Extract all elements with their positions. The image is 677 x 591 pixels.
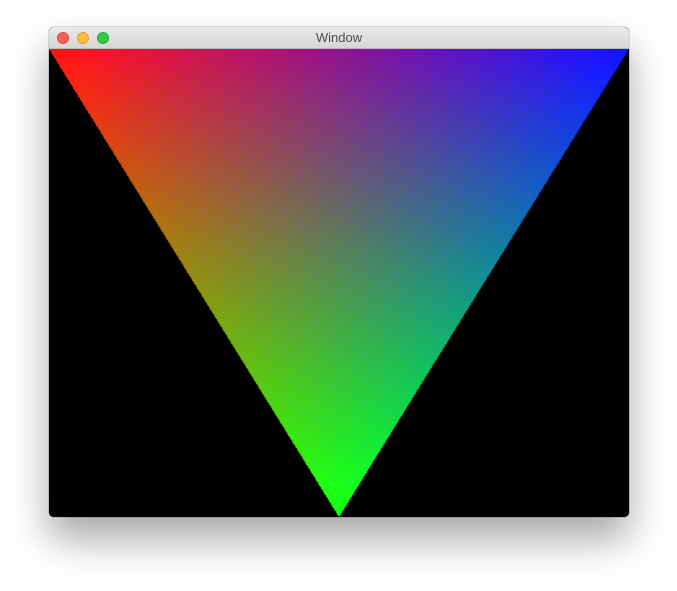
screen: Window xyxy=(0,0,677,591)
rgb-triangle xyxy=(49,49,629,517)
render-viewport xyxy=(49,49,629,517)
title-bar[interactable]: Window xyxy=(49,27,629,49)
app-window: Window xyxy=(49,27,629,517)
window-title: Window xyxy=(315,30,363,45)
